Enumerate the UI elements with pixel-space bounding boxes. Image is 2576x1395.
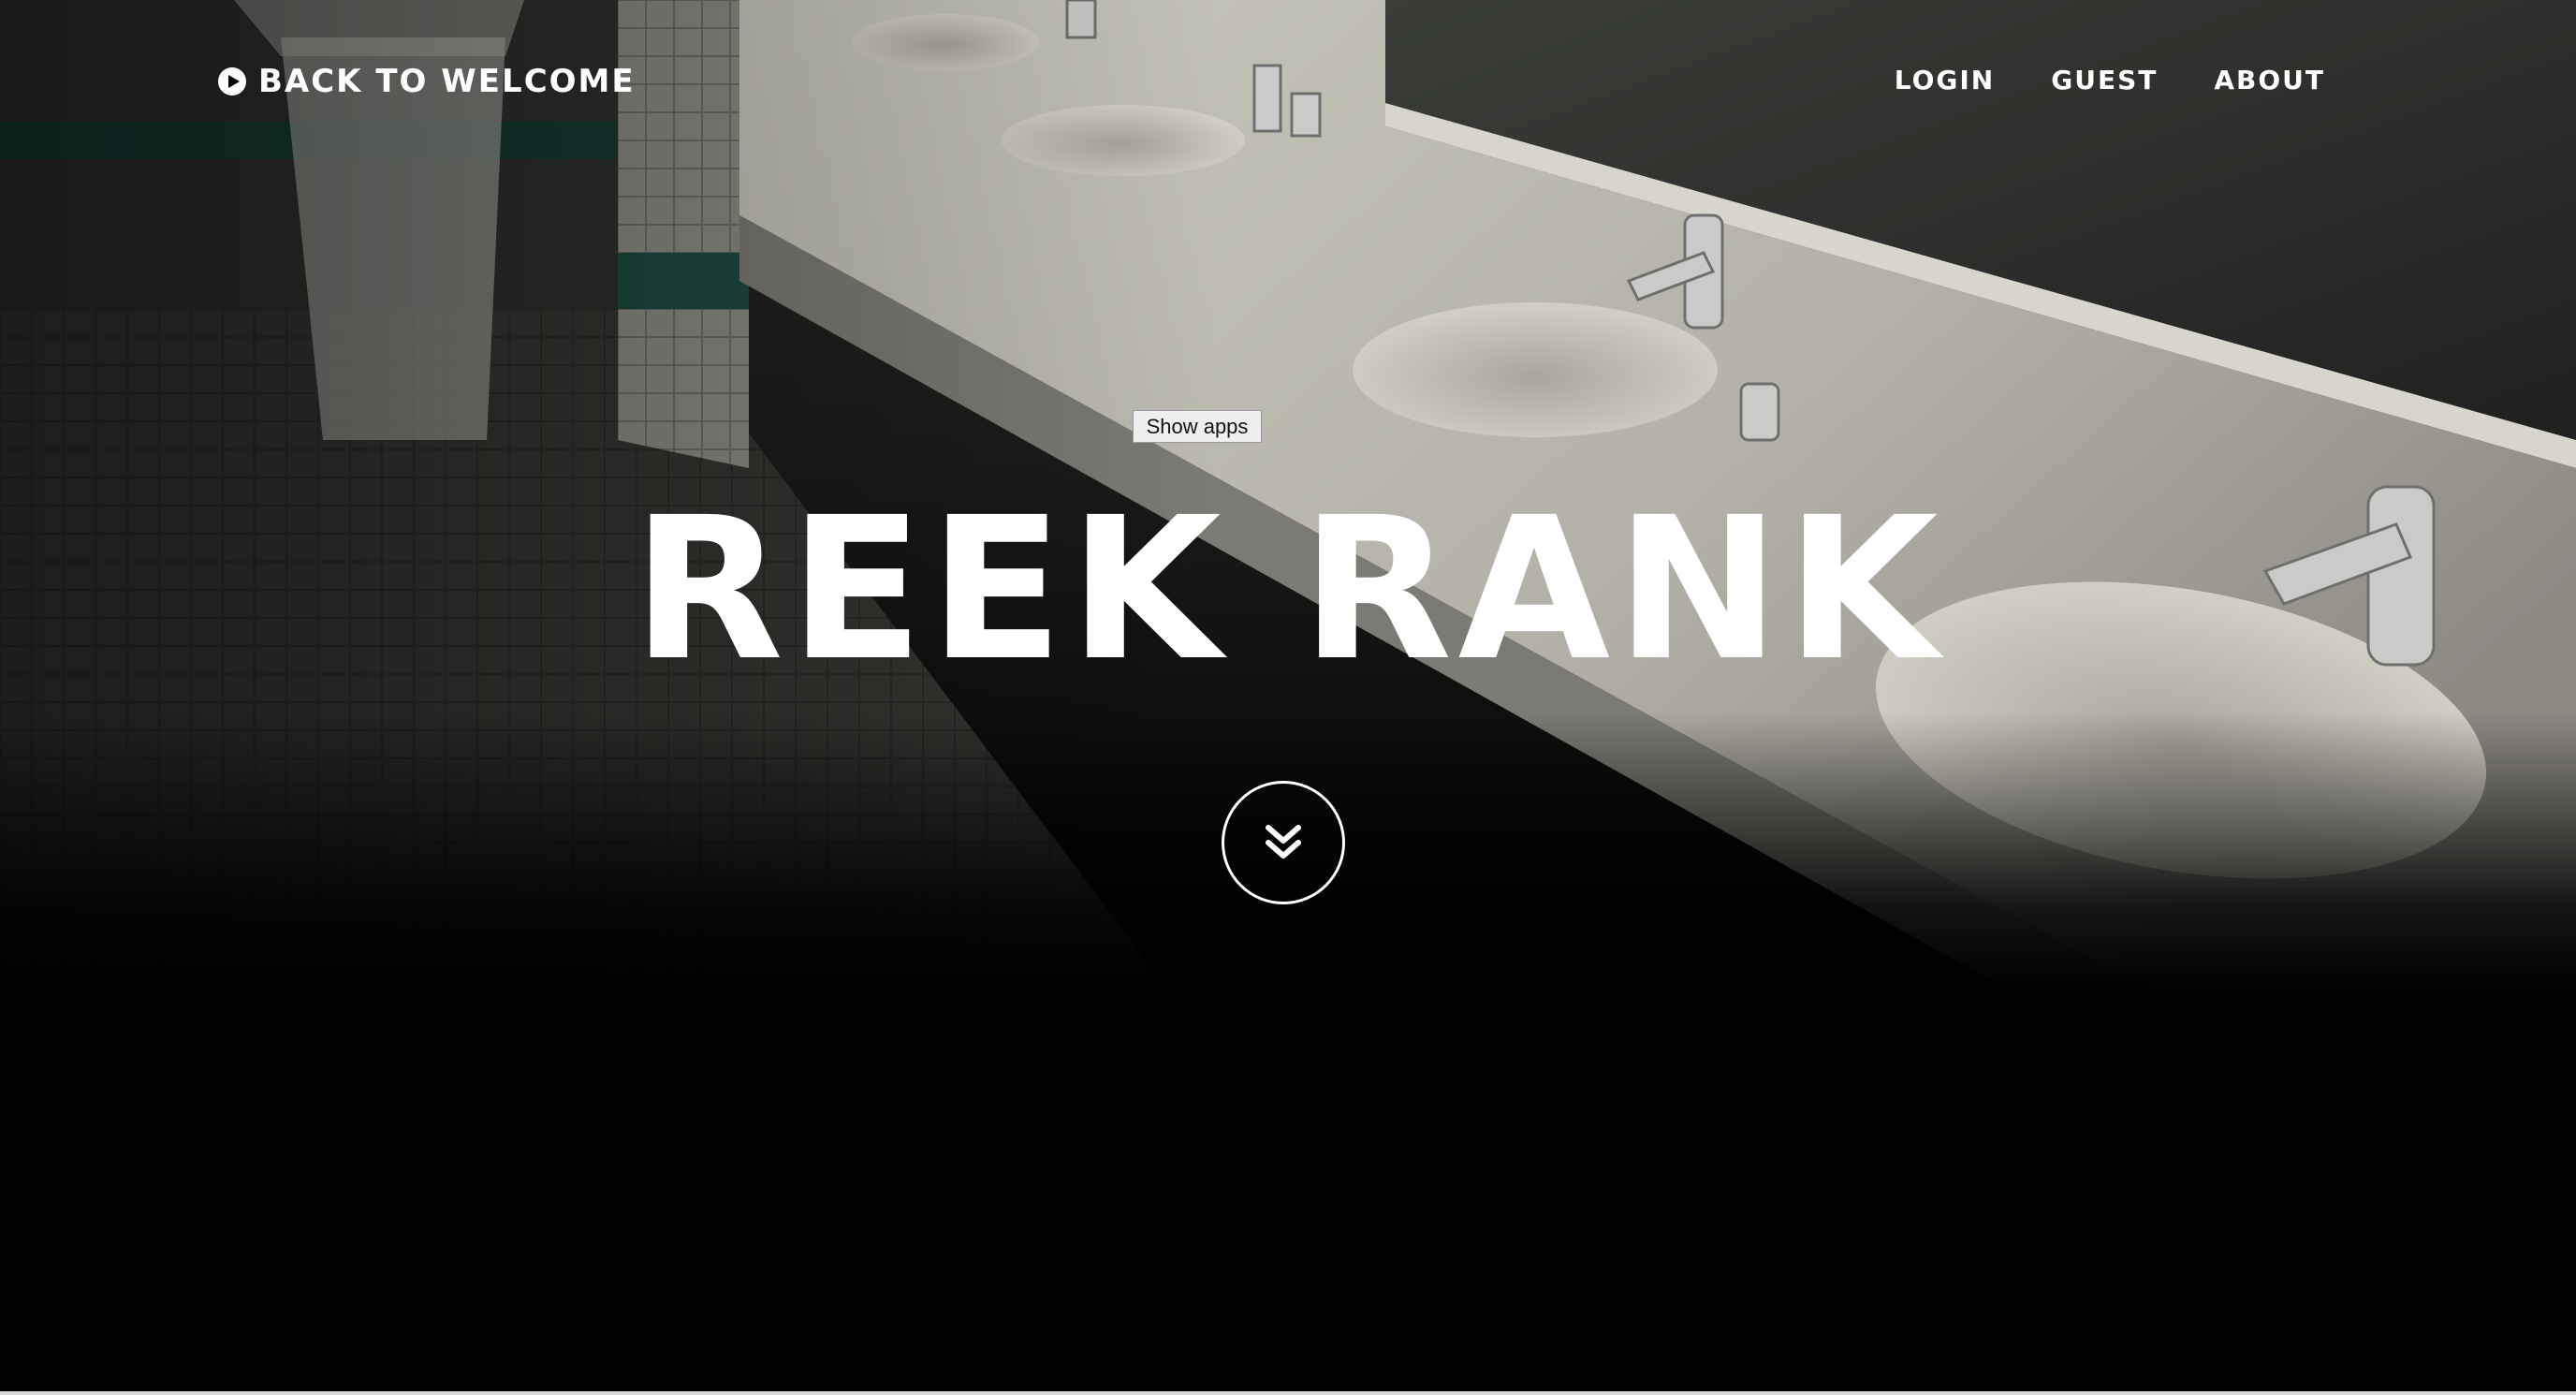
double-chevron-down-icon xyxy=(1266,825,1301,859)
back-to-welcome-link[interactable]: BACK TO WELCOME xyxy=(217,60,636,103)
nav-login-link[interactable]: LOGIN xyxy=(1895,62,1995,99)
nav-about-link[interactable]: ABOUT xyxy=(2214,62,2325,99)
scroll-down-button[interactable] xyxy=(1222,781,1345,904)
show-apps-button[interactable]: Show apps xyxy=(1133,410,1262,443)
nav-guest-link[interactable]: GUEST xyxy=(2051,62,2158,99)
page-title: REEK RANK xyxy=(632,475,1944,704)
landing-page: BACK TO WELCOME LOGIN GUEST ABOUT Show a… xyxy=(0,0,2576,1395)
play-circle-icon xyxy=(217,66,247,96)
bottom-edge-divider xyxy=(0,1391,2576,1395)
back-to-welcome-label: BACK TO WELCOME xyxy=(258,63,636,100)
main-nav: LOGIN GUEST ABOUT xyxy=(1895,62,2325,99)
